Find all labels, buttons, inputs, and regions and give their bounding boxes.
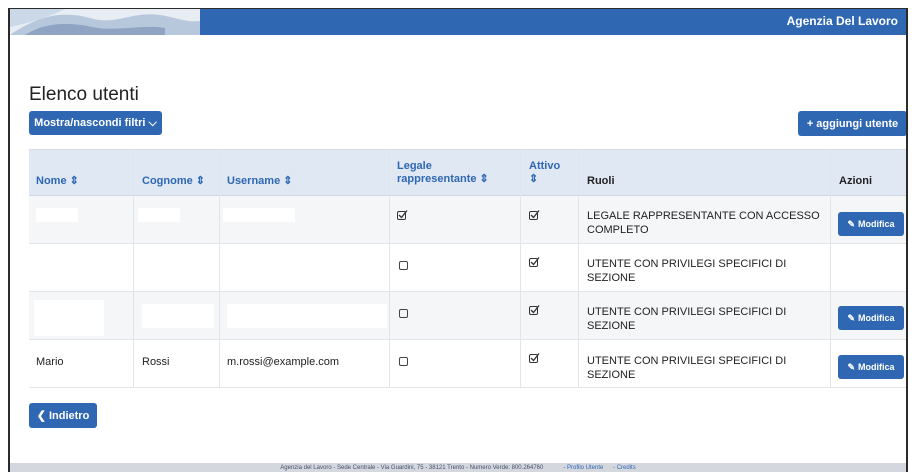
column-divider bbox=[578, 150, 579, 388]
column-divider bbox=[219, 150, 220, 388]
brand-label: Agenzia Del Lavoro bbox=[786, 14, 898, 28]
page-title: Elenco utenti bbox=[29, 84, 139, 105]
edit-icon: ✎ bbox=[847, 312, 856, 323]
edit-button[interactable]: ✎ Modifica bbox=[838, 212, 904, 236]
footer: Agenzia del Lavoro - Sede Centrale - Via… bbox=[10, 463, 906, 472]
top-header-bar: Agenzia Del Lavoro bbox=[10, 9, 906, 35]
cognome-cell: Rossi bbox=[142, 356, 170, 368]
redacted-username bbox=[227, 304, 387, 328]
edit-icon: ✎ bbox=[847, 218, 856, 229]
column-azioni: Azioni bbox=[839, 175, 872, 187]
edit-button[interactable]: ✎ Modifica bbox=[838, 355, 904, 379]
column-divider bbox=[133, 150, 134, 388]
ruoli-cell: LEGALE RAPPRESENTANTE CON ACCESSO COMPLE… bbox=[587, 210, 820, 236]
column-ruoli: Ruoli bbox=[587, 175, 615, 187]
edit-button[interactable]: ✎ Modifica bbox=[838, 306, 904, 330]
column-attivo[interactable]: Attivo ⇕ bbox=[529, 160, 565, 186]
column-divider bbox=[520, 150, 521, 388]
column-cognome[interactable]: Cognome ⇕ bbox=[142, 175, 205, 188]
column-legale-rappresentante[interactable]: Legale rappresentante ⇕ bbox=[397, 160, 507, 186]
ruoli-cell: UTENTE CON PRIVILEGI SPECIFICI DI SEZION… bbox=[587, 355, 787, 381]
ruoli-cell: UTENTE CON PRIVILEGI SPECIFICI DI SEZION… bbox=[587, 306, 787, 332]
checked-checkbox-icon bbox=[529, 305, 540, 315]
app-frame: Agenzia Del Lavoro Elenco utenti Mostra/… bbox=[8, 8, 908, 472]
edit-label: Modifica bbox=[858, 313, 895, 323]
redacted-username bbox=[223, 208, 295, 222]
redacted-name bbox=[34, 300, 104, 336]
unchecked-checkbox-icon bbox=[399, 261, 408, 270]
column-divider bbox=[830, 150, 831, 388]
redacted-surname bbox=[142, 304, 214, 328]
toggle-filters-button[interactable]: Mostra/nascondi filtri ⌵ bbox=[29, 111, 162, 135]
unchecked-checkbox-icon bbox=[399, 309, 408, 318]
banner-graphic bbox=[10, 9, 200, 35]
username-cell: m.rossi@example.com bbox=[227, 356, 340, 368]
column-divider bbox=[389, 150, 390, 388]
nome-cell: Mario bbox=[36, 356, 64, 368]
edit-label: Modifica bbox=[858, 219, 895, 229]
profile-link[interactable]: - Profilo Utente bbox=[563, 465, 603, 471]
users-table: Nome ⇕ Cognome ⇕ Username ⇕ Legale rappr… bbox=[29, 149, 906, 388]
ruoli-cell: UTENTE CON PRIVILEGI SPECIFICI DI SEZION… bbox=[587, 258, 787, 284]
edit-label: Modifica bbox=[858, 362, 895, 372]
checked-checkbox-icon bbox=[529, 353, 540, 363]
back-button[interactable]: ❮ Indietro bbox=[29, 403, 97, 428]
edit-icon: ✎ bbox=[847, 361, 856, 372]
redacted-surname bbox=[138, 208, 180, 222]
checked-checkbox-icon bbox=[529, 257, 540, 267]
checked-checkbox-icon bbox=[397, 210, 408, 220]
checked-checkbox-icon bbox=[529, 210, 540, 220]
redacted-name bbox=[36, 208, 78, 222]
unchecked-checkbox-icon bbox=[399, 357, 408, 366]
column-username[interactable]: Username ⇕ bbox=[227, 175, 292, 188]
column-nome[interactable]: Nome ⇕ bbox=[36, 175, 79, 188]
credits-link[interactable]: - Credits bbox=[613, 465, 636, 471]
table-header: Nome ⇕ Cognome ⇕ Username ⇕ Legale rappr… bbox=[29, 150, 906, 196]
footer-text: Agenzia del Lavoro - Sede Centrale - Via… bbox=[280, 464, 544, 471]
add-user-button[interactable]: + aggiungi utente bbox=[798, 111, 906, 136]
